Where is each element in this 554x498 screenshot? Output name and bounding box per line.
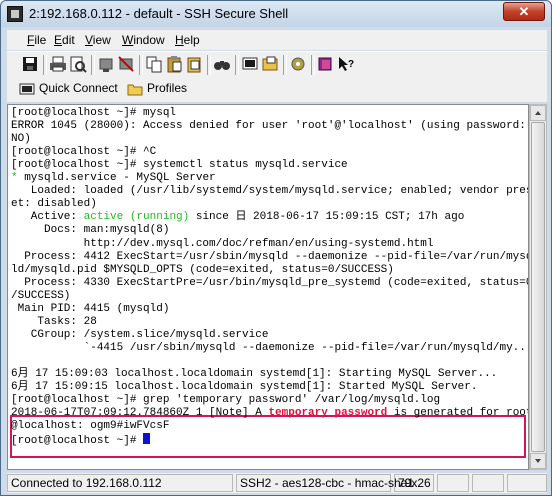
menu-window[interactable]: Window	[122, 33, 165, 47]
status-bar: Connected to 192.168.0.112 SSH2 - aes128…	[7, 473, 547, 493]
toolbar-separator	[207, 55, 211, 75]
menu-view[interactable]: View	[85, 33, 111, 47]
terminal-line: [root@localhost ~]# mysql	[11, 107, 177, 119]
menu-file[interactable]: File	[27, 33, 46, 47]
copy-icon[interactable]	[145, 55, 163, 73]
status-cipher: SSH2 - aes128-cbc - hmac-sha1	[236, 474, 414, 492]
status-blank-2	[472, 474, 504, 492]
vertical-scrollbar[interactable]	[529, 104, 547, 470]
terminal-output[interactable]: [root@localhost ~]# mysql ERROR 1045 (280…	[7, 104, 529, 470]
terminal-line: Active: active (running) since 日 2018-06…	[11, 211, 465, 224]
toolbar-separator	[139, 55, 143, 75]
terminal-line: Docs: man:mysqld(8)	[11, 224, 170, 237]
terminal-line: CGroup: /system.slice/mysqld.service	[11, 328, 269, 341]
svg-text:?: ?	[348, 59, 354, 70]
terminal-line: Main PID: 4415 (mysqld)	[11, 302, 170, 315]
toolbar-separator	[43, 55, 47, 75]
new-terminal-icon[interactable]	[241, 55, 259, 73]
paste-special-icon[interactable]	[185, 55, 203, 73]
terminal-line: ld/mysqld.pid $MYSQLD_OPTS (code=exited,…	[11, 263, 394, 276]
terminal-line: Tasks: 28	[11, 315, 97, 328]
terminal-line: http://dev.mysql.com/doc/refman/en/using…	[11, 237, 434, 250]
status-connection: Connected to 192.168.0.112	[7, 474, 233, 492]
title-bar: 2:192.168.0.112 - default - SSH Secure S…	[1, 1, 551, 27]
terminal-line: @localhost: ogm9#iwFVcsF	[11, 420, 170, 433]
new-file-transfer-icon[interactable]	[261, 55, 279, 73]
status-blank-1	[437, 474, 469, 492]
status-size: 79x26	[394, 474, 434, 492]
toolbar-separator	[91, 55, 95, 75]
terminal-line: /SUCCESS)	[11, 289, 71, 302]
print-icon[interactable]	[49, 55, 67, 73]
terminal-line: 6月 17 15:09:03 localhost.localdomain sys…	[11, 368, 498, 380]
whats-this-icon[interactable]: ?	[337, 55, 355, 73]
profiles-button[interactable]: Profiles	[127, 81, 187, 99]
terminal-line: [root@localhost ~]# systemctl status mys…	[11, 159, 348, 172]
profiles-label: Profiles	[147, 81, 188, 95]
paste-icon[interactable]	[165, 55, 183, 73]
terminal-line: et: disabled)	[11, 198, 97, 211]
status-blank-3	[507, 474, 547, 492]
toolbar-separator	[283, 55, 287, 75]
terminal-line: [root@localhost ~]# grep 'temporary pass…	[11, 394, 441, 407]
terminal-line: 2018-06-17T07:09:12.784860Z 1 [Note] A t…	[11, 407, 529, 420]
disconnect-icon[interactable]	[117, 55, 135, 73]
help-book-icon[interactable]	[317, 55, 335, 73]
terminal-app-icon	[7, 6, 23, 22]
terminal-line: [root@localhost ~]#	[11, 433, 151, 448]
quick-connect-icon	[19, 83, 35, 95]
window-title: 2:192.168.0.112 - default - SSH Secure S…	[29, 6, 289, 21]
settings-icon[interactable]	[289, 55, 307, 73]
toolbar-separator	[235, 55, 239, 75]
ssh-window: 2:192.168.0.112 - default - SSH Secure S…	[0, 0, 552, 496]
scroll-up-button[interactable]	[530, 105, 546, 121]
print-preview-icon[interactable]	[69, 55, 87, 73]
close-button[interactable]: ✕	[503, 2, 545, 21]
menu-help[interactable]: Help	[175, 33, 200, 47]
connect-icon[interactable]	[97, 55, 115, 73]
terminal-line: Process: 4330 ExecStartPre=/usr/bin/mysq…	[11, 276, 529, 289]
folder-icon	[127, 84, 143, 96]
toolbar-separator	[311, 55, 315, 75]
scroll-down-button[interactable]	[530, 453, 546, 469]
menu-bar: File Edit View Window Help	[7, 30, 547, 50]
terminal-line: Process: 4412 ExecStart=/usr/sbin/mysqld…	[11, 250, 529, 263]
terminal-line: Loaded: loaded (/usr/lib/systemd/system/…	[11, 185, 529, 198]
menu-edit[interactable]: Edit	[54, 33, 75, 47]
terminal-line: ERROR 1045 (28000): Access denied for us…	[11, 120, 526, 133]
terminal-line: 6月 17 15:09:15 localhost.localdomain sys…	[11, 381, 478, 394]
terminal-line: NO)	[11, 133, 31, 146]
quick-connect-button[interactable]: Quick Connect	[19, 81, 118, 99]
terminal-line: [root@localhost ~]# ^C	[11, 146, 157, 159]
save-icon[interactable]	[21, 55, 39, 73]
terminal-cursor	[143, 433, 151, 445]
scroll-thumb[interactable]	[531, 122, 545, 452]
terminal-line: * mysqld.service - MySQL Server	[11, 172, 216, 185]
find-icon[interactable]	[213, 55, 231, 73]
terminal-line: `-4415 /usr/sbin/mysqld --daemonize --pi…	[11, 341, 529, 354]
quick-connect-label: Quick Connect	[39, 81, 118, 95]
main-toolbar: ?	[7, 51, 547, 79]
quick-toolbar: Quick Connect Profiles	[7, 78, 547, 102]
